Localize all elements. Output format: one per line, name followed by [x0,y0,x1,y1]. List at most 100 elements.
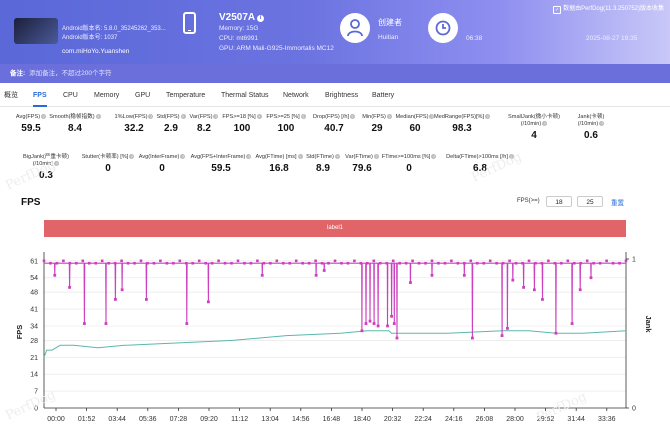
y-tick-label: 28 [30,338,38,345]
info-icon[interactable]: i [257,15,265,22]
x-tick-label: 33:36 [598,416,616,423]
tab-7[interactable]: Network [283,86,309,106]
y2-axis-label: Jank [644,315,653,333]
fps-point [527,259,531,263]
tab-6[interactable]: Thermal Status [221,86,268,106]
phone-icon [183,12,196,34]
reset-button[interactable]: 重置 [611,197,624,207]
fps-dip-point [260,273,264,277]
y-tick-label: 61 [30,258,38,265]
fps-point [262,261,266,265]
fps-point [333,259,337,263]
fps-threshold-low-input[interactable]: 18 [546,196,572,207]
device-cpu: CPU: mt6991 [219,35,259,42]
fps-point [359,261,363,265]
fps-chart[interactable]: 0 7 14 21 28 34 41 48 54 61 0 1 00:00 01:52 03:44 05:36… [0,240,670,426]
x-tick-label: 11:12 [231,416,248,423]
report-header: Android版本名: 5.8.0_35245262_353... Androi… [0,0,670,64]
stat-stats_row1-12: Jank(卡顿) (/10min)? 0.6 [541,114,641,142]
x-tick-label: 26:08 [476,416,494,423]
fps-dip-point [409,281,412,284]
y-tick-label: 14 [30,372,38,379]
fps-point [152,261,156,265]
help-icon[interactable]: ? [508,154,514,159]
fps-point [217,259,220,263]
note-input[interactable]: 添加备注，不超过200个字符 [29,70,111,77]
fps-point [618,261,621,265]
fps-dip-point [554,331,558,335]
check-icon: ✓ [553,6,562,14]
help-icon[interactable]: ? [599,121,605,126]
fps-point [146,261,149,265]
fps-point [353,259,356,263]
fps-dip-point [120,288,124,292]
x-tick-label: 14:56 [292,416,310,423]
fps-dip-point [322,269,326,272]
fps-point [314,259,317,263]
fps-point [55,261,59,265]
fps-point [288,261,292,265]
fps-point [372,259,376,263]
fps-dip-point [430,273,434,277]
device-memory: Memory: 15G [219,25,259,32]
tab-3[interactable]: Memory [94,86,119,106]
fps-point [598,261,602,265]
fps-point [411,259,414,263]
tab-8[interactable]: Brightness [325,86,358,106]
fps-point [385,261,389,265]
fps-point [223,261,227,265]
note-label: 备注: [10,70,26,77]
y-tick-label: 0 [34,406,38,413]
fps-dip-point [68,285,71,289]
fps-point [327,261,330,265]
stat-label-unit: (/10min) [520,121,542,127]
tab-4[interactable]: GPU [135,86,150,106]
x-tick-label: 28:00 [506,416,524,423]
fps-point [120,259,123,263]
fps-point [204,261,207,265]
tab-2[interactable]: CPU [63,86,78,106]
note-bar[interactable]: 备注: 添加备注，不超过200个字符 [0,64,670,83]
tab-1[interactable]: FPS [33,86,47,107]
y-tick-label: 54 [30,275,38,282]
fps-point [126,261,130,265]
x-tick-label: 03:44 [108,416,126,423]
fps-dip-point [386,324,389,328]
fps-point [191,261,195,265]
creator-name: Huitian [378,34,399,41]
tab-0[interactable]: 概览 [4,86,18,106]
fps-point [611,261,615,265]
y-axis-label: FPS [15,325,24,340]
x-tick-label: 16:48 [323,416,341,423]
fps-point [249,261,253,265]
source-text: 数据由PerfDog(11.3.250752)版本收集 [563,6,664,12]
fps-threshold-high-input[interactable]: 25 [577,196,603,207]
fps-point [450,259,453,263]
fps-point [366,261,369,265]
y-tick-label: 41 [30,307,38,314]
fps-point [514,261,518,265]
fps-dip-point [185,322,189,325]
y2-tick-label: 1 [632,257,636,264]
fps-dip-point [506,326,509,330]
fps-point [579,261,583,265]
tab-5[interactable]: Temperature [166,86,205,106]
label-band[interactable]: label1 [44,220,626,237]
tab-9[interactable]: Battery [372,86,394,106]
x-tick-label: 07:28 [170,416,188,423]
fps-point [236,259,240,263]
app-icon [14,18,58,44]
fps-dip-point [589,276,593,280]
fps-dip-point [206,300,210,304]
fps-point [534,261,537,265]
stat-value: 6.8 [473,163,487,174]
fps-point [81,259,85,263]
fps-dip-point [392,322,396,325]
fps-point [340,261,343,265]
fps-point [592,261,595,265]
fps-point [159,259,162,263]
fps-dip-point [83,322,86,325]
fps-dip-point [144,298,148,301]
fps-point [391,259,395,263]
fps-point [560,261,563,265]
